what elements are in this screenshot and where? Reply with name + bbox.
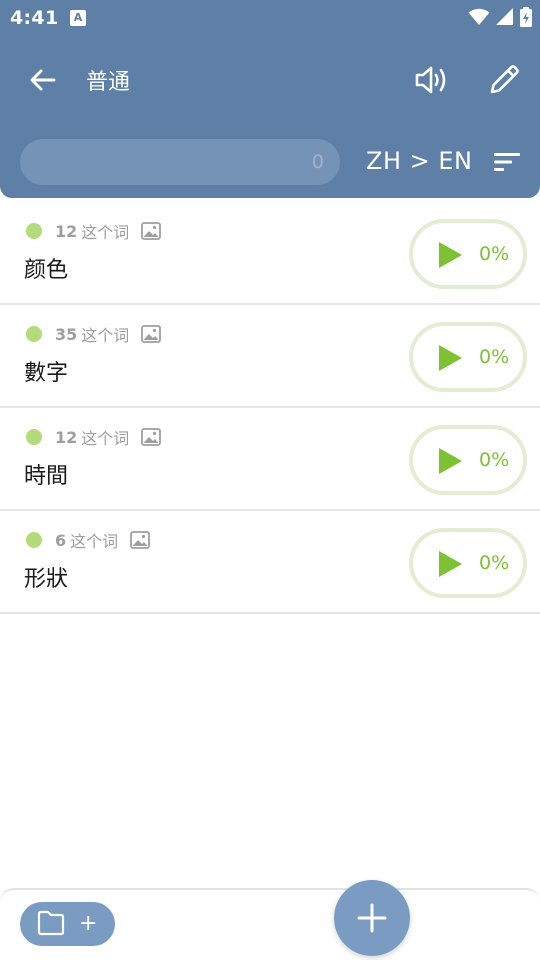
progress-percent: 0% — [479, 346, 510, 368]
play-icon — [439, 551, 462, 577]
word-count: 6 — [55, 530, 67, 550]
list-item[interactable]: 12 这个词 時間 0% — [0, 408, 540, 511]
add-list-button[interactable] — [334, 880, 410, 956]
list-item[interactable]: 12 这个词 颜色 0% — [0, 202, 540, 305]
folder-icon — [37, 910, 65, 936]
plus-icon — [357, 903, 387, 933]
search-input[interactable]: 0 — [20, 139, 340, 185]
add-folder-button[interactable]: + — [20, 902, 115, 946]
image-icon — [141, 222, 162, 240]
play-button[interactable]: 0% — [409, 322, 527, 392]
word-count-unit: 这个词 — [81, 223, 130, 242]
back-button[interactable] — [24, 62, 60, 98]
list-item-meta: 6 这个词 — [26, 529, 151, 551]
sort-button[interactable] — [490, 146, 524, 178]
status-dot — [26, 429, 42, 445]
page-title: 普通 — [86, 70, 131, 95]
list-title: 颜色 — [24, 258, 69, 283]
word-count-unit: 这个词 — [81, 429, 130, 448]
arrow-left-icon — [30, 69, 56, 91]
play-icon — [439, 242, 462, 268]
sort-icon — [494, 153, 520, 171]
list-item-meta: 12 这个词 — [26, 220, 162, 242]
play-button[interactable]: 0% — [409, 528, 527, 598]
list-item-meta: 12 这个词 — [26, 426, 162, 448]
image-icon — [130, 531, 151, 549]
speaker-icon — [415, 66, 446, 94]
wifi-icon — [468, 8, 490, 25]
progress-percent: 0% — [479, 449, 510, 471]
notification-icon: A — [70, 10, 86, 26]
progress-percent: 0% — [479, 243, 510, 265]
list-title: 時間 — [24, 464, 69, 489]
list-item[interactable]: 35 这个词 數字 0% — [0, 305, 540, 408]
language-pair[interactable]: ZH > EN — [366, 147, 472, 175]
status-time: 4:41 — [10, 7, 59, 29]
status-dot — [26, 532, 42, 548]
status-dot — [26, 223, 42, 239]
list-title: 形狀 — [24, 567, 69, 592]
word-count: 12 — [55, 427, 78, 447]
word-count-unit: 这个词 — [70, 532, 119, 551]
battery-icon — [520, 7, 532, 27]
list-item[interactable]: 6 这个词 形狀 0% — [0, 511, 540, 614]
word-count: 35 — [55, 324, 78, 344]
image-icon — [141, 428, 162, 446]
word-count-unit: 这个词 — [81, 326, 130, 345]
list-title: 數字 — [24, 361, 69, 386]
app-header: 4:41 A 普通 0 ZH > EN — [0, 0, 540, 198]
edit-button[interactable] — [484, 60, 524, 100]
list-item-meta: 35 这个词 — [26, 323, 162, 345]
image-icon — [141, 325, 162, 343]
status-dot — [26, 326, 42, 342]
search-count: 0 — [311, 151, 324, 173]
status-icons — [468, 6, 532, 28]
play-button[interactable]: 0% — [409, 219, 527, 289]
play-button[interactable]: 0% — [409, 425, 527, 495]
status-bar: 4:41 A — [0, 0, 540, 36]
plus-label: + — [79, 911, 98, 936]
signal-icon — [496, 8, 513, 25]
toolbar: 普通 — [0, 48, 540, 108]
progress-percent: 0% — [479, 552, 510, 574]
play-icon — [439, 448, 462, 474]
word-count: 12 — [55, 221, 78, 241]
word-list: 12 这个词 颜色 0% 35 这个词 數字 0% 12 这个词 時間 0% 6… — [0, 202, 540, 614]
pencil-icon — [490, 65, 519, 94]
bottom-bar: + — [0, 888, 540, 960]
speaker-button[interactable] — [410, 60, 454, 100]
play-icon — [439, 345, 462, 371]
